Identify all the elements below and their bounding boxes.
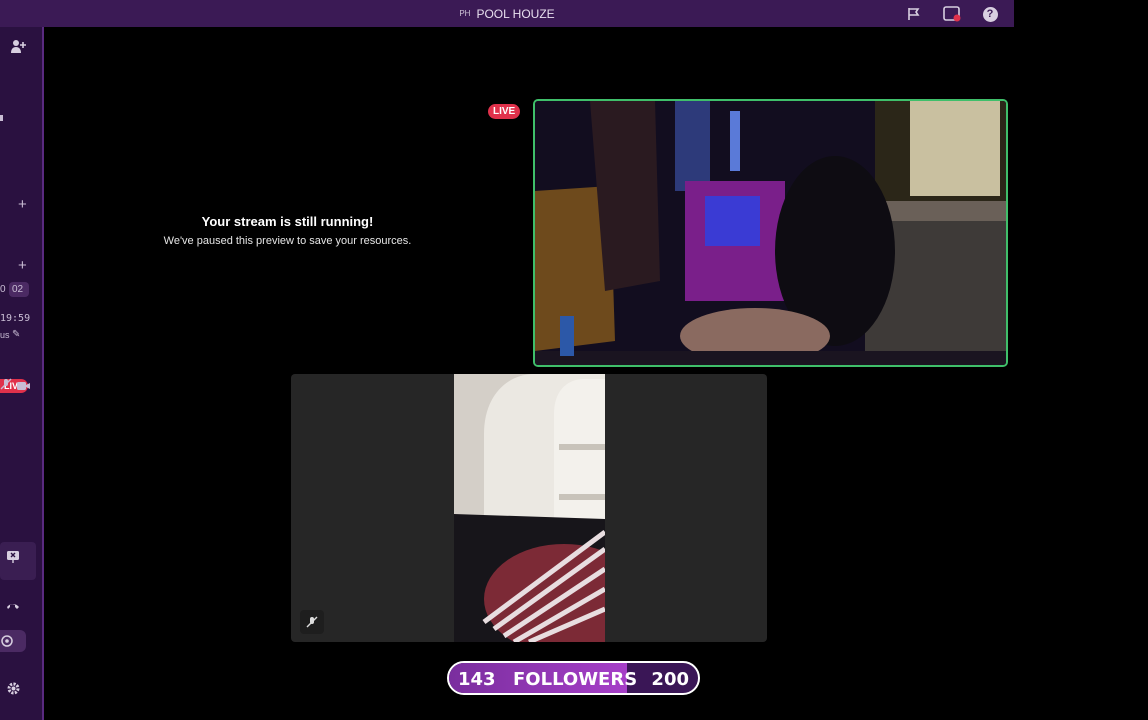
live-badge: LIVE	[488, 104, 521, 119]
timer-minutes: 02	[12, 284, 24, 295]
participant-video-tile[interactable]	[291, 374, 767, 642]
paused-preview-message: Your stream is still running! We've paus…	[140, 214, 435, 247]
sidebar: + + 0 02 19:59 us ✎ LIVE	[0, 27, 44, 720]
camera-icon	[17, 379, 30, 394]
stop-screen-share-icon[interactable]	[6, 550, 20, 567]
collapsed-indicator	[0, 115, 3, 121]
followers-target: 200	[651, 669, 689, 690]
followers-current: 143	[458, 669, 496, 690]
followers-goal-widget: 143 FOLLOWERS 200	[447, 661, 700, 695]
title-bar-gap	[1014, 0, 1148, 27]
participant-muted-icon	[300, 610, 324, 634]
edit-pencil-icon[interactable]: ✎	[12, 329, 20, 340]
server-badge: PH	[459, 9, 471, 18]
paused-subtitle: We've paused this preview to save your r…	[163, 235, 412, 247]
settings-gear-icon[interactable]	[6, 681, 21, 699]
paused-title: Your stream is still running!	[201, 214, 374, 229]
add-channel-icon[interactable]: +	[18, 196, 27, 213]
mic-muted-icon	[0, 378, 12, 393]
title-bar: PH POOL HOUZE ?	[0, 0, 1148, 27]
clock-text: 19:59	[0, 313, 31, 324]
server-title: PH POOL HOUZE	[459, 7, 554, 21]
timer-hours: 0	[0, 284, 6, 295]
screen-share-icon[interactable]	[942, 4, 962, 24]
followers-label: FOLLOWERS	[513, 669, 638, 690]
participant-video-frame	[454, 374, 605, 642]
flag-icon[interactable]	[904, 4, 924, 24]
help-icon[interactable]: ?	[980, 4, 1000, 24]
add-channel-icon-2[interactable]: +	[18, 257, 27, 274]
stream-video-tile[interactable]	[533, 99, 1008, 367]
activity-icon[interactable]	[0, 635, 14, 650]
stream-video-frame	[535, 101, 1006, 365]
status-text: us	[0, 330, 10, 340]
add-user-icon[interactable]	[10, 39, 27, 57]
disconnect-icon[interactable]	[6, 599, 20, 614]
server-name: POOL HOUZE	[476, 6, 555, 21]
